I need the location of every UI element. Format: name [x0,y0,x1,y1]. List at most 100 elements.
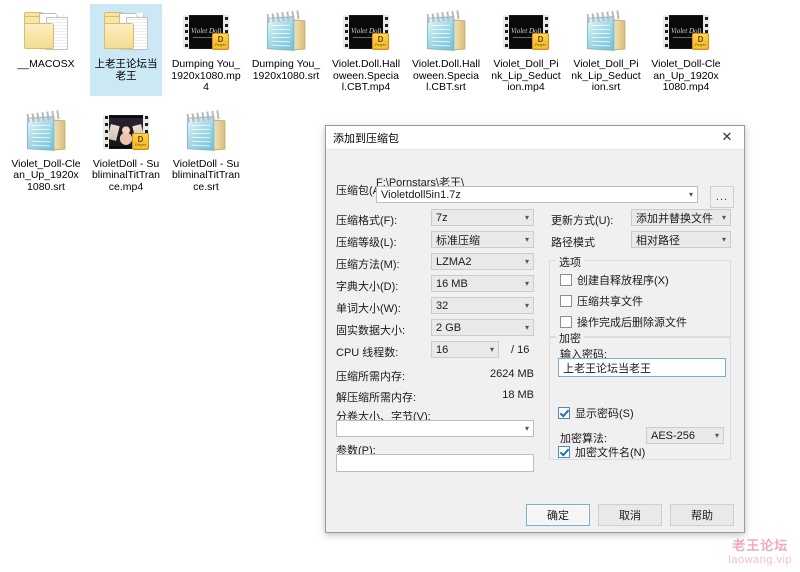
encrypt-filenames-checkbox[interactable]: 加密文件名(N) [558,444,645,460]
chevron-down-icon: ▾ [714,431,719,440]
folder-icon [22,7,70,55]
dictionary-size-value: 16 MB [436,277,468,290]
file-name-label: Violet.Doll.Halloween.Special.CBT.srt [411,58,481,93]
option-delete-after-checkbox[interactable]: 操作完成后删除源文件 [560,314,687,330]
subtitle-file-icon [262,7,310,55]
file-item[interactable]: Violet_Doll-Clean_Up_1920x1080.srt [10,104,82,196]
video-file-icon: Violet Doll D Player [182,7,230,55]
checkbox-box [558,407,570,419]
memory-compress-value: 2624 MB [489,368,534,380]
word-size-select[interactable]: 32 ▾ [431,297,534,314]
compress-level-label: 压缩等级(L): [336,237,397,249]
cancel-button[interactable]: 取消 [598,504,662,526]
volume-size-input[interactable]: ▾ [336,420,534,437]
password-value: 上老王论坛当老王 [563,362,651,375]
show-password-checkbox[interactable]: 显示密码(S) [558,405,634,421]
cpu-threads-max: / 16 [511,344,530,356]
compress-format-select[interactable]: 7z ▾ [431,209,534,226]
option-delete-after-label: 操作完成后删除源文件 [577,317,687,329]
ok-button[interactable]: 确定 [526,504,590,526]
browse-button[interactable]: ... [710,186,734,208]
dictionary-size-select[interactable]: 16 MB ▾ [431,275,534,292]
file-name-label: Violet_Doll_Pink_Lip_Seduction.srt [571,58,641,93]
memory-compress-label: 压缩所需内存: [336,371,406,383]
compress-format-label: 压缩格式(F): [336,215,398,227]
subtitle-file-icon [582,7,630,55]
compress-method-label: 压缩方法(M): [336,259,400,271]
player-badge-icon: D Player [132,132,149,150]
solid-block-size-value: 2 GB [436,321,462,334]
option-compress-shared-checkbox[interactable]: 压缩共享文件 [560,293,643,309]
option-create-sfx-checkbox[interactable]: 创建自释放程序(X) [560,272,669,288]
file-item[interactable]: Violet Doll D Player Violet_Doll_Pink_Lip_S… [490,4,562,96]
chevron-down-icon: ▾ [688,190,693,199]
dialog-button-bar: 确定 取消 帮助 [326,504,744,526]
cpu-threads-select[interactable]: 16 ▾ [431,341,499,358]
file-item[interactable]: VioletDoll - SubliminalTitTrance.srt [170,104,242,196]
file-item[interactable]: D Player VioletDoll - SubliminalTitTrance.… [90,104,162,196]
watermark-cn-text: 老王论坛 [732,538,789,553]
encryption-algorithm-value: AES-256 [651,429,696,442]
chevron-down-icon: ▾ [721,213,726,222]
cpu-threads-value: 16 [436,343,449,356]
chevron-down-icon: ▾ [721,235,726,244]
solid-block-size-select[interactable]: 2 GB ▾ [431,319,534,336]
chevron-down-icon: ▾ [524,323,529,332]
file-item[interactable]: Violet Doll D Player Violet.Doll.Halloween.… [330,4,402,96]
chevron-down-icon: ▾ [524,213,529,222]
subtitle-file-icon [182,107,230,155]
file-item[interactable]: Dumping You_1920x1080.srt [250,4,322,96]
add-to-archive-dialog: 添加到压缩包 ✕ 压缩包(A): F:\Pornstars\老王\ Violet… [325,125,745,533]
checkbox-box [558,446,570,458]
update-mode-select[interactable]: 添加并替换文件 ▾ [631,209,731,226]
file-name-label: Violet_Doll_Pink_Lip_Seduction.mp4 [491,58,561,93]
chevron-down-icon: ▾ [524,257,529,266]
chevron-down-icon: ▾ [524,301,529,310]
chevron-down-icon: ▾ [524,424,529,433]
compress-method-value: LZMA2 [436,255,472,268]
parameters-input[interactable] [336,454,534,472]
archive-name-value: Violetdoll5in1.7z [381,188,461,201]
cpu-threads-label: CPU 线程数: [336,347,399,359]
file-item[interactable]: __MACOSX [10,4,82,96]
video-file-icon: D Player [102,107,150,155]
file-name-label: Dumping You_1920x1080.mp4 [171,58,241,93]
dictionary-size-label: 字典大小(D): [336,281,399,293]
file-item[interactable]: Violet_Doll_Pink_Lip_Seduction.srt [570,4,642,96]
password-input[interactable]: 上老王论坛当老王 [558,358,726,377]
video-file-icon: Violet Doll D Player [342,7,390,55]
help-button[interactable]: 帮助 [670,504,734,526]
compress-method-select[interactable]: LZMA2 ▾ [431,253,534,270]
file-item[interactable]: Violet Doll D Player Violet_Doll-Clean_Up_1… [650,4,722,96]
encryption-algorithm-select[interactable]: AES-256 ▾ [646,427,724,444]
file-name-label: __MACOSX [17,58,75,70]
archive-name-input[interactable]: Violetdoll5in1.7z ▾ [376,186,698,203]
file-name-label: 上老王论坛当老王 [94,58,158,82]
path-mode-select[interactable]: 相对路径 ▾ [631,231,731,248]
file-name-label: Violet_Doll-Clean_Up_1920x1080.mp4 [651,58,721,93]
compress-level-select[interactable]: 标准压缩 ▾ [431,231,534,248]
close-icon[interactable]: ✕ [710,126,744,148]
memory-decompress-value: 18 MB [502,389,534,401]
option-compress-shared-label: 压缩共享文件 [577,296,643,308]
checkbox-box [560,274,572,286]
dialog-title: 添加到压缩包 [333,132,399,145]
file-item[interactable]: 上老王论坛当老王 [90,4,162,96]
subtitle-file-icon [422,7,470,55]
video-file-icon: Violet Doll D Player [502,7,550,55]
encryption-group-title: 加密 [556,330,584,346]
subtitle-file-icon [22,107,70,155]
site-watermark: 老王论坛 laowang.vip [728,539,792,566]
file-name-label: Dumping You_1920x1080.srt [251,58,321,82]
path-mode-label: 路径模式 [551,237,595,249]
compress-level-value: 标准压缩 [436,234,480,247]
folder-icon [102,7,150,55]
file-item[interactable]: Violet.Doll.Halloween.Special.CBT.srt [410,4,482,96]
chevron-down-icon: ▾ [524,235,529,244]
solid-block-size-label: 固实数据大小: [336,325,406,337]
video-file-icon: Violet Doll D Player [662,7,710,55]
file-item[interactable]: Violet Doll D Player Dumping You_1920x1080.… [170,4,242,96]
file-name-label: VioletDoll - SubliminalTitTrance.mp4 [91,157,161,193]
dialog-titlebar[interactable]: 添加到压缩包 ✕ [326,126,744,150]
memory-decompress-label: 解压缩所需内存: [336,392,417,404]
